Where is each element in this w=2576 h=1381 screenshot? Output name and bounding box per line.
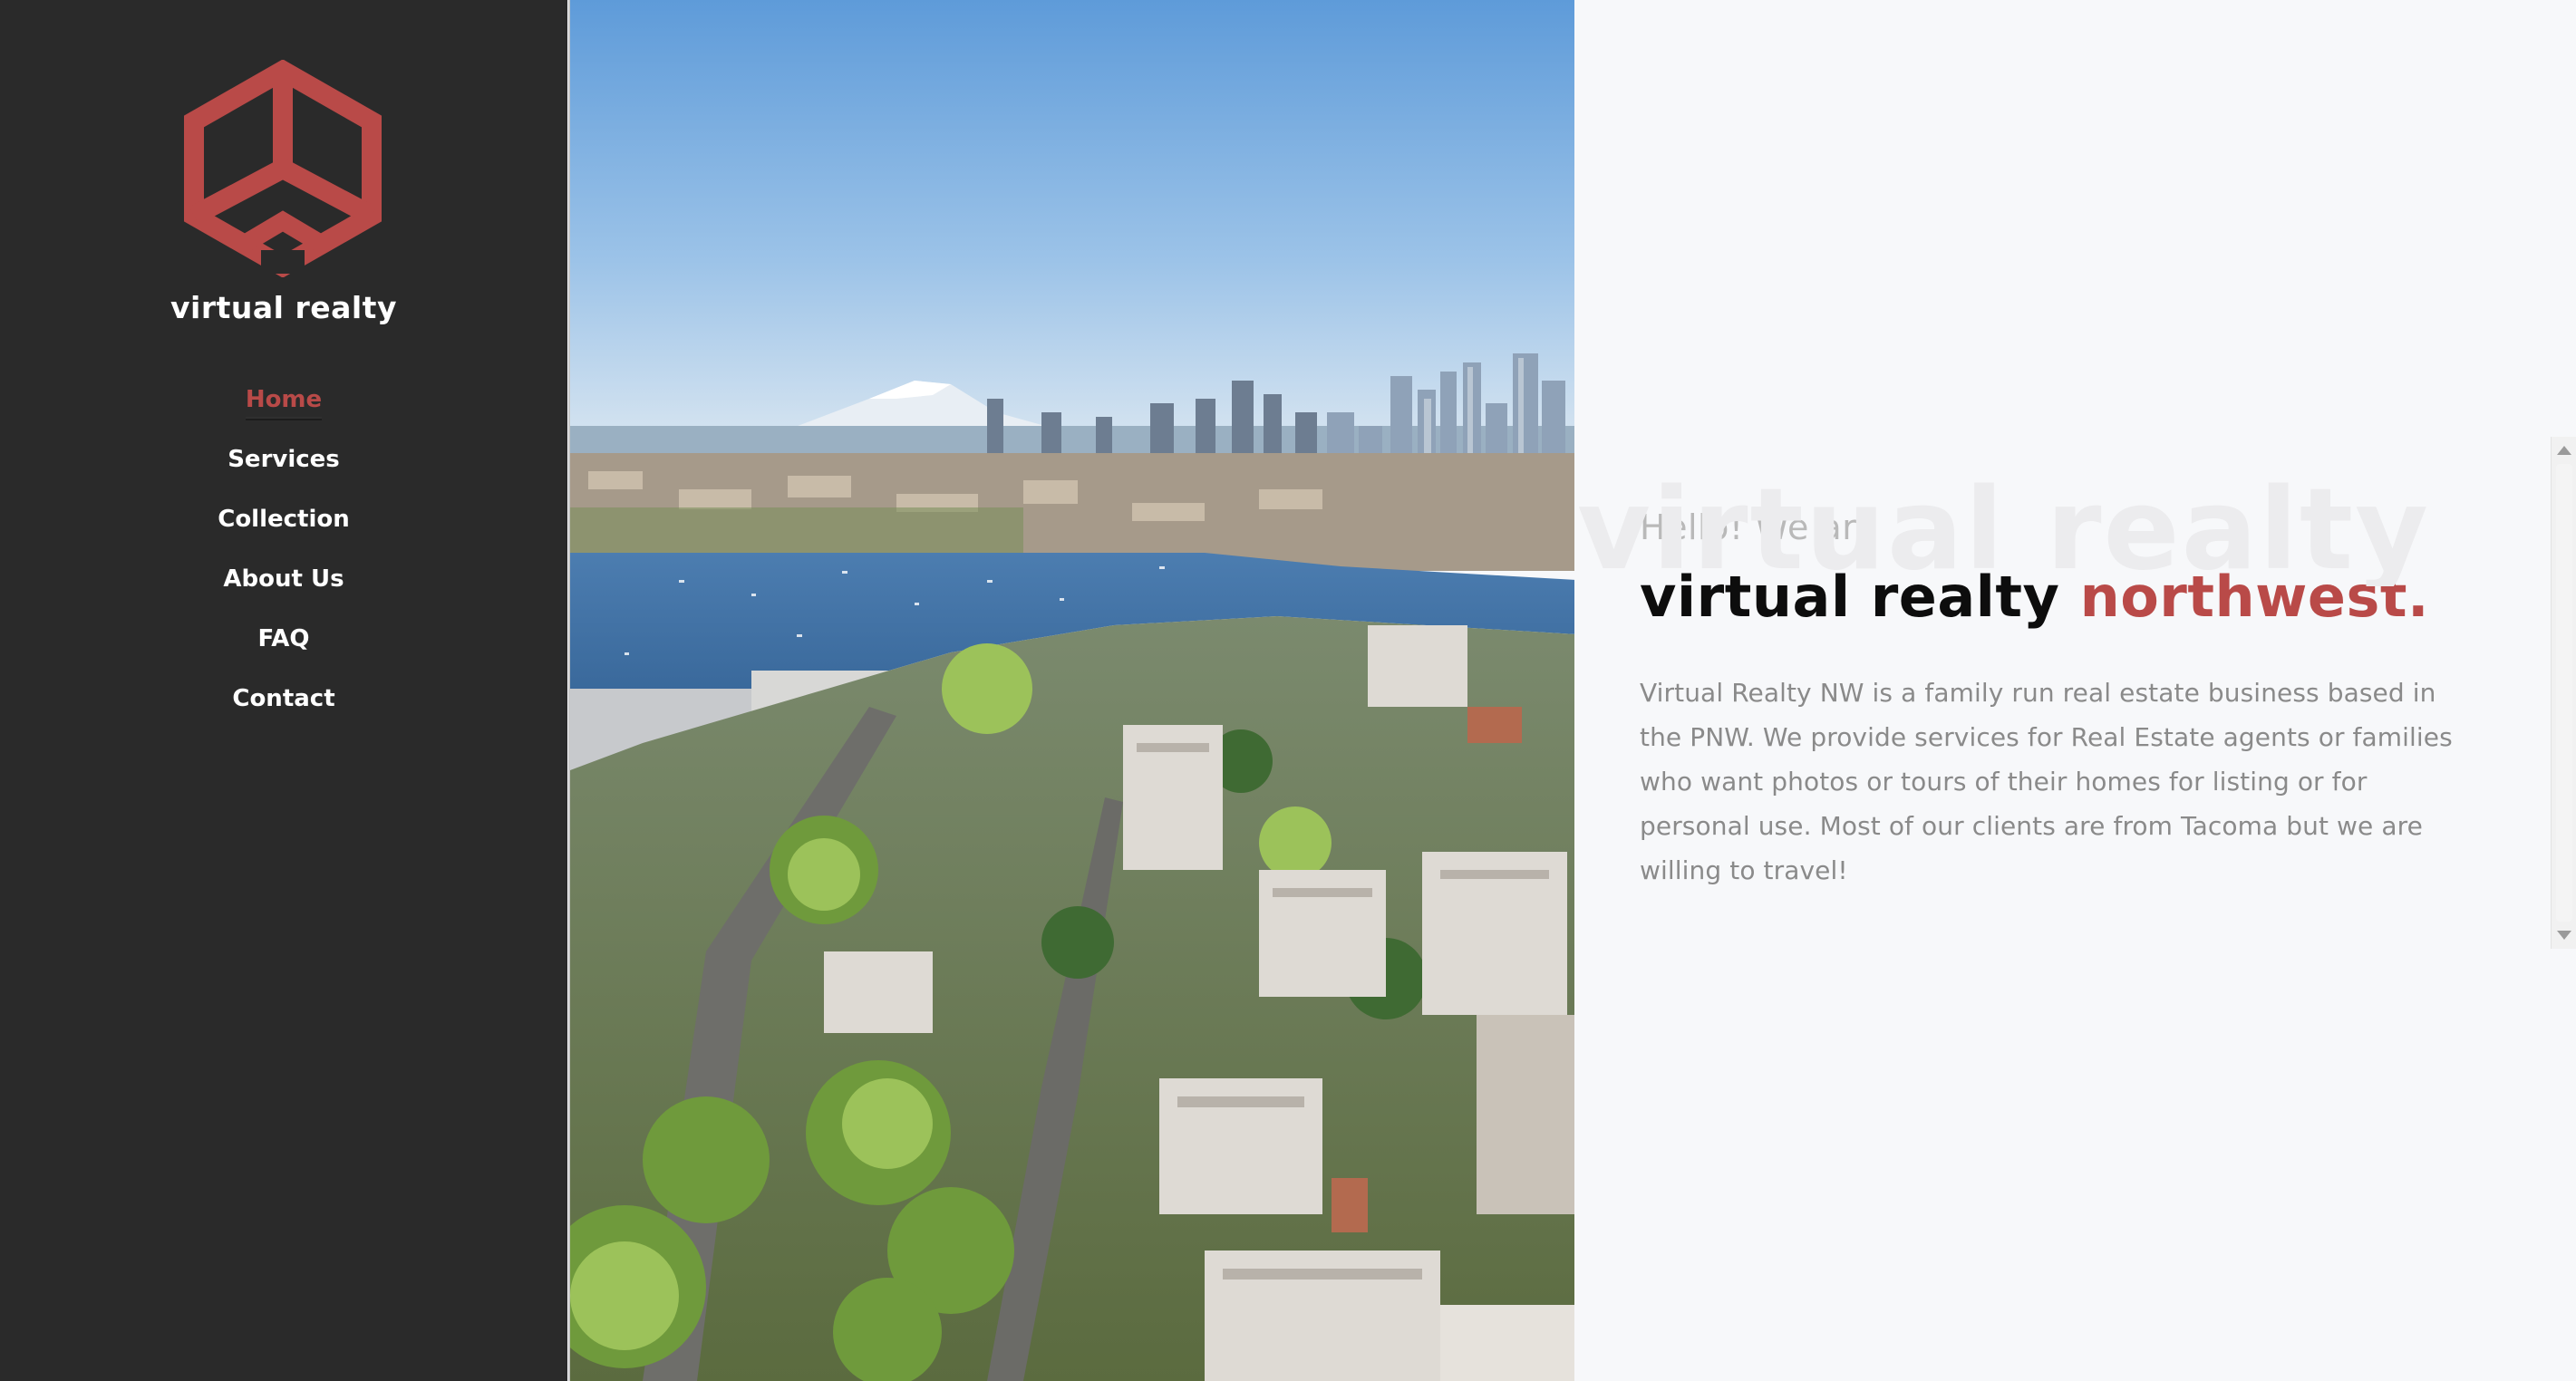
brand-name[interactable]: virtual realty	[0, 290, 567, 325]
nav-item-home[interactable]: Home	[0, 372, 567, 431]
scroll-up-icon[interactable]	[2557, 446, 2571, 455]
description: Virtual Realty NW is a family run real e…	[1640, 678, 2453, 885]
nav-item-about-us[interactable]: About Us	[0, 551, 567, 611]
scroll-thumb[interactable]	[2556, 464, 2572, 922]
nav-item-label: Home	[245, 384, 323, 419]
hexagon-cube-icon[interactable]	[174, 59, 392, 278]
nav-item-services[interactable]: Services	[0, 431, 567, 491]
hero-content: Hello! We are virtual realty northwest. …	[1574, 0, 2576, 1381]
nav-item-label: Services	[228, 446, 340, 473]
nav-item-contact[interactable]: Contact	[0, 671, 567, 730]
nav-item-label: About Us	[223, 565, 344, 593]
sidebar: virtual realty Home Services Collection …	[0, 0, 567, 1381]
scroll-down-icon[interactable]	[2557, 931, 2571, 940]
nav-item-label: Collection	[218, 506, 350, 533]
hero-photo	[568, 0, 1574, 1381]
nav-item-label: Contact	[232, 685, 335, 712]
nav-item-faq[interactable]: FAQ	[0, 611, 567, 671]
watermark-text: virtual realty	[1577, 465, 2430, 595]
scrollbar[interactable]	[2551, 437, 2576, 949]
nav-item-collection[interactable]: Collection	[0, 491, 567, 551]
nav-item-label: FAQ	[257, 625, 310, 652]
